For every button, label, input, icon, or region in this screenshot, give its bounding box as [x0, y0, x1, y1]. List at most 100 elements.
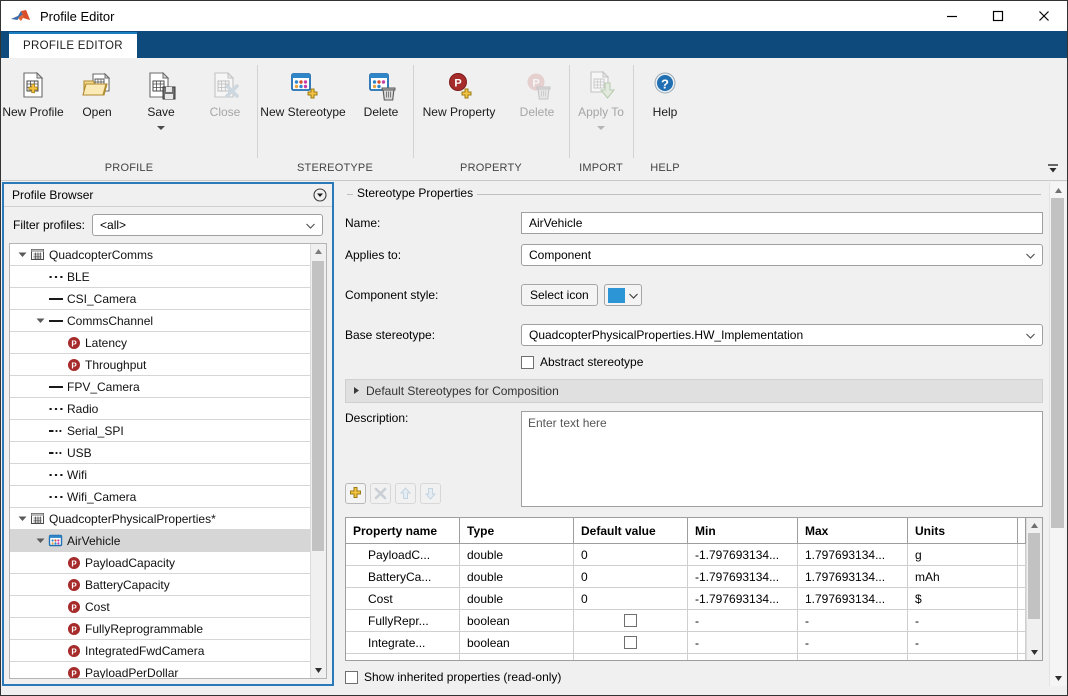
apply-to-dropdown-caret-icon[interactable] [596, 120, 606, 134]
minimize-button[interactable] [929, 1, 975, 31]
filter-profiles-combo[interactable]: <all> [92, 214, 323, 236]
remove-row-button[interactable] [370, 483, 391, 504]
save-profile-button[interactable]: Save [129, 64, 193, 134]
tree-item-integratedfwdcamera[interactable]: PIntegratedFwdCamera [10, 640, 310, 662]
column-header-defaultvalue[interactable]: Default value [574, 518, 688, 543]
cell-type[interactable]: double [460, 588, 574, 609]
tree-item-ble[interactable]: BLE [10, 266, 310, 288]
cell-spacer[interactable] [1018, 610, 1026, 631]
cell-min[interactable]: -1.797693134... [688, 588, 798, 609]
panel-options-icon[interactable] [313, 188, 327, 202]
cell-max[interactable]: 1.797693134... [798, 654, 908, 660]
tree-twisty-icon[interactable] [16, 512, 29, 525]
cell-spacer[interactable] [1018, 566, 1026, 587]
tree-twisty-icon[interactable] [34, 534, 47, 547]
open-profile-button[interactable]: Open [65, 64, 129, 119]
tree-item-csicamera[interactable]: CSI_Camera [10, 288, 310, 310]
tree-item-radio[interactable]: Radio [10, 398, 310, 420]
scrollbar-track[interactable] [1027, 533, 1042, 645]
tree-item-fpvcamera[interactable]: FPV_Camera [10, 376, 310, 398]
table-row[interactable]: FullyRepr...boolean--- [346, 610, 1026, 632]
cell-min[interactable]: - [688, 610, 798, 631]
tree-item-quadcopterphysicalproperties[interactable]: QuadcopterPhysicalProperties* [10, 508, 310, 530]
column-header-units[interactable]: Units [908, 518, 1018, 543]
scrollbar-track[interactable] [311, 259, 326, 663]
table-row[interactable]: Costdouble0-1.797693134...1.797693134...… [346, 588, 1026, 610]
tree-item-payloadperdollar[interactable]: PPayloadPerDollar [10, 662, 310, 678]
scrollbar-thumb[interactable] [1028, 533, 1040, 619]
profile-tree-scrollbar[interactable] [310, 244, 326, 678]
cell-units[interactable]: $ [908, 588, 1018, 609]
base-stereotype-combo[interactable]: QuadcopterPhysicalProperties.HW_Implemen… [521, 324, 1043, 346]
scroll-up-icon[interactable] [311, 244, 326, 259]
new-property-button[interactable]: P New Property [413, 64, 505, 119]
cell-max[interactable]: 1.797693134... [798, 588, 908, 609]
close-profile-button[interactable]: Close [193, 64, 257, 119]
scrollbar-thumb[interactable] [312, 261, 324, 551]
table-row[interactable]: BatteryCa...double0-1.797693134...1.7976… [346, 566, 1026, 588]
default-value-checkbox[interactable] [624, 614, 637, 627]
table-row[interactable]: Integrate...boolean--- [346, 632, 1026, 654]
move-up-button[interactable] [395, 483, 416, 504]
tree-twisty-icon[interactable] [16, 248, 29, 261]
cell-default-value[interactable]: 0 [574, 566, 688, 587]
cell-max[interactable]: 1.797693134... [798, 566, 908, 587]
tree-item-latency[interactable]: PLatency [10, 332, 310, 354]
table-row[interactable]: PayloadP...double0-1.797693134...1.79769… [346, 654, 1026, 660]
cell-property-name[interactable]: Cost [346, 588, 460, 609]
tree-item-throughput[interactable]: PThroughput [10, 354, 310, 376]
help-button[interactable]: ? Help [633, 64, 697, 119]
cell-min[interactable]: - [688, 632, 798, 653]
show-inherited-checkbox[interactable] [345, 671, 358, 684]
cell-type[interactable]: boolean [460, 610, 574, 631]
name-input[interactable]: AirVehicle [521, 212, 1043, 234]
cell-units[interactable]: g [908, 544, 1018, 565]
column-header-type[interactable]: Type [460, 518, 574, 543]
tree-item-wifi[interactable]: Wifi [10, 464, 310, 486]
tree-item-cost[interactable]: PCost [10, 596, 310, 618]
cell-max[interactable]: 1.797693134... [798, 544, 908, 565]
apply-to-button[interactable]: Apply To [569, 64, 633, 134]
scroll-up-icon[interactable] [1027, 518, 1042, 533]
cell-property-name[interactable]: BatteryCa... [346, 566, 460, 587]
cell-type[interactable]: double [460, 566, 574, 587]
tree-item-serialspi[interactable]: Serial_SPI [10, 420, 310, 442]
cell-property-name[interactable]: FullyRepr... [346, 610, 460, 631]
column-header-max[interactable]: Max [798, 518, 908, 543]
column-header-propertyname[interactable]: Property name [346, 518, 460, 543]
cell-type[interactable]: boolean [460, 632, 574, 653]
tree-item-batterycapacity[interactable]: PBatteryCapacity [10, 574, 310, 596]
cell-default-value[interactable]: 0 [574, 654, 688, 660]
tree-item-commschannel[interactable]: CommsChannel [10, 310, 310, 332]
component-color-picker[interactable] [604, 284, 642, 306]
cell-max[interactable]: - [798, 632, 908, 653]
cell-default-value[interactable] [574, 632, 688, 653]
table-row[interactable]: PayloadC...double0-1.797693134...1.79769… [346, 544, 1026, 566]
delete-stereotype-button[interactable]: Delete [349, 64, 413, 119]
cell-min[interactable]: -1.797693134... [688, 566, 798, 587]
cell-property-name[interactable]: PayloadC... [346, 544, 460, 565]
collapse-ribbon-icon[interactable] [1045, 162, 1061, 178]
scrollbar-thumb[interactable] [1051, 198, 1064, 528]
cell-spacer[interactable] [1018, 654, 1026, 660]
cell-property-name[interactable]: Integrate... [346, 632, 460, 653]
abstract-stereotype-checkbox[interactable] [521, 356, 534, 369]
column-header-min[interactable]: Min [688, 518, 798, 543]
cell-units[interactable]: mAh [908, 566, 1018, 587]
tree-item-usb[interactable]: USB [10, 442, 310, 464]
cell-spacer[interactable] [1018, 544, 1026, 565]
default-stereotypes-accordion[interactable]: Default Stereotypes for Composition [345, 379, 1043, 403]
tree-item-airvehicle[interactable]: AirVehicle [10, 530, 310, 552]
cell-units[interactable]: g/$ [908, 654, 1018, 660]
cell-spacer[interactable] [1018, 632, 1026, 653]
cell-spacer[interactable] [1018, 588, 1026, 609]
cell-default-value[interactable]: 0 [574, 544, 688, 565]
scroll-down-icon[interactable] [1050, 670, 1066, 686]
cell-min[interactable]: -1.797693134... [688, 654, 798, 660]
new-stereotype-button[interactable]: New Stereotype [257, 64, 349, 119]
tree-twisty-icon[interactable] [34, 314, 47, 327]
scroll-up-icon[interactable] [1050, 182, 1066, 198]
close-button[interactable] [1021, 1, 1067, 31]
cell-default-value[interactable] [574, 610, 688, 631]
cell-units[interactable]: - [908, 610, 1018, 631]
